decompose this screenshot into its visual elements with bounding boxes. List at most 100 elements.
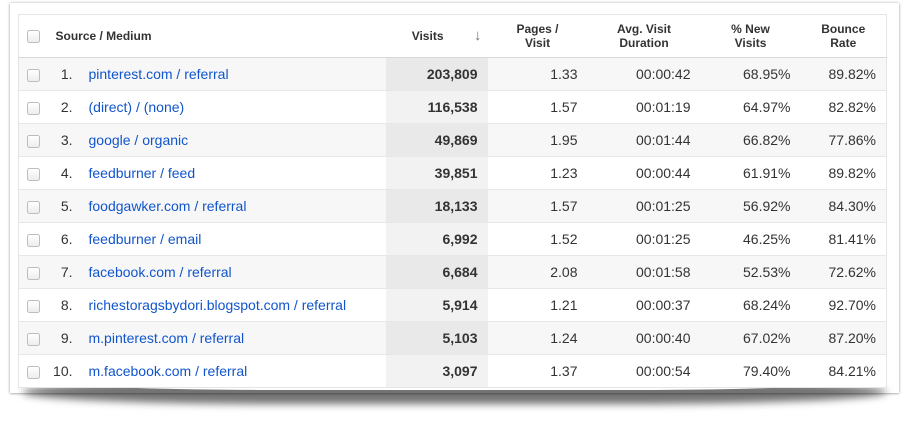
table-row: 7. facebook.com / referral 6,684 2.08 00… bbox=[19, 256, 887, 289]
bounce-rate-value: 89.82% bbox=[801, 157, 887, 190]
pct-new-visits-header-line1: % New bbox=[701, 22, 801, 36]
row-rank: 7. bbox=[49, 256, 79, 289]
source-medium-header-label: Source / Medium bbox=[56, 29, 152, 43]
row-checkbox[interactable] bbox=[27, 102, 40, 115]
bounce-rate-value: 81.41% bbox=[801, 223, 887, 256]
avg-visit-duration-value: 00:00:42 bbox=[588, 58, 701, 91]
row-checkbox[interactable] bbox=[27, 135, 40, 148]
avg-visit-duration-header-line1: Avg. Visit bbox=[588, 22, 701, 36]
source-medium-link[interactable]: (direct) / (none) bbox=[89, 99, 185, 115]
avg-visit-duration-value: 00:01:25 bbox=[588, 190, 701, 223]
visits-value: 3,097 bbox=[386, 355, 488, 388]
visits-value: 203,809 bbox=[386, 58, 488, 91]
visits-value: 6,992 bbox=[386, 223, 488, 256]
pct-new-visits-value: 46.25% bbox=[701, 223, 801, 256]
pct-new-visits-header-line2: Visits bbox=[701, 36, 801, 50]
visits-value: 18,133 bbox=[386, 190, 488, 223]
bounce-rate-value: 87.20% bbox=[801, 322, 887, 355]
source-medium-link[interactable]: m.pinterest.com / referral bbox=[89, 330, 245, 346]
bounce-rate-header-line2: Rate bbox=[801, 36, 887, 50]
report-card: Source / Medium Visits↓ Pages / Visit Av… bbox=[10, 3, 899, 393]
table-row: 1. pinterest.com / referral 203,809 1.33… bbox=[19, 58, 887, 91]
pages-per-visit-value: 1.57 bbox=[488, 190, 588, 223]
avg-visit-duration-header-line2: Duration bbox=[588, 36, 701, 50]
table-row: 8. richestoragsbydori.blogspot.com / ref… bbox=[19, 289, 887, 322]
row-rank: 8. bbox=[49, 289, 79, 322]
bounce-rate-value: 89.82% bbox=[801, 58, 887, 91]
row-rank: 1. bbox=[49, 58, 79, 91]
visits-value: 6,684 bbox=[386, 256, 488, 289]
avg-visit-duration-value: 00:01:44 bbox=[588, 124, 701, 157]
pages-visit-header-line1: Pages / bbox=[488, 22, 588, 36]
pages-per-visit-value: 1.52 bbox=[488, 223, 588, 256]
row-rank: 10. bbox=[49, 355, 79, 388]
visits-value: 39,851 bbox=[386, 157, 488, 190]
pages-per-visit-value: 2.08 bbox=[488, 256, 588, 289]
source-medium-link[interactable]: feedburner / email bbox=[89, 231, 202, 247]
column-header-source-medium[interactable]: Source / Medium bbox=[49, 15, 386, 58]
column-header-avg-visit-duration[interactable]: Avg. Visit Duration bbox=[588, 15, 701, 58]
table-row: 4. feedburner / feed 39,851 1.23 00:00:4… bbox=[19, 157, 887, 190]
avg-visit-duration-value: 00:00:44 bbox=[588, 157, 701, 190]
table-row: 10. m.facebook.com / referral 3,097 1.37… bbox=[19, 355, 887, 388]
source-medium-link[interactable]: feedburner / feed bbox=[89, 165, 196, 181]
row-rank: 9. bbox=[49, 322, 79, 355]
source-medium-link[interactable]: richestoragsbydori.blogspot.com / referr… bbox=[89, 297, 347, 313]
pages-per-visit-value: 1.23 bbox=[488, 157, 588, 190]
bounce-rate-value: 77.86% bbox=[801, 124, 887, 157]
bounce-rate-value: 84.30% bbox=[801, 190, 887, 223]
pages-per-visit-value: 1.37 bbox=[488, 355, 588, 388]
pct-new-visits-value: 64.97% bbox=[701, 91, 801, 124]
pct-new-visits-value: 79.40% bbox=[701, 355, 801, 388]
source-medium-link[interactable]: google / organic bbox=[89, 132, 189, 148]
row-checkbox[interactable] bbox=[27, 267, 40, 280]
bounce-rate-header-line1: Bounce bbox=[801, 22, 887, 36]
bounce-rate-value: 84.21% bbox=[801, 355, 887, 388]
row-rank: 5. bbox=[49, 190, 79, 223]
pages-per-visit-value: 1.21 bbox=[488, 289, 588, 322]
bounce-rate-value: 82.82% bbox=[801, 91, 887, 124]
column-header-visits[interactable]: Visits↓ bbox=[386, 15, 488, 58]
sort-descending-icon[interactable]: ↓ bbox=[444, 29, 482, 43]
source-medium-link[interactable]: foodgawker.com / referral bbox=[89, 198, 247, 214]
pages-per-visit-value: 1.95 bbox=[488, 124, 588, 157]
pages-visit-header-line2: Visit bbox=[488, 36, 588, 50]
source-medium-link[interactable]: pinterest.com / referral bbox=[89, 66, 229, 82]
row-checkbox[interactable] bbox=[27, 201, 40, 214]
row-checkbox[interactable] bbox=[27, 69, 40, 82]
row-checkbox[interactable] bbox=[27, 333, 40, 346]
pct-new-visits-value: 67.02% bbox=[701, 322, 801, 355]
row-rank: 2. bbox=[49, 91, 79, 124]
select-all-cell bbox=[19, 15, 49, 58]
table-row: 3. google / organic 49,869 1.95 00:01:44… bbox=[19, 124, 887, 157]
table-header-row: Source / Medium Visits↓ Pages / Visit Av… bbox=[19, 15, 887, 58]
visits-value: 116,538 bbox=[386, 91, 488, 124]
visits-value: 49,869 bbox=[386, 124, 488, 157]
pages-per-visit-value: 1.33 bbox=[488, 58, 588, 91]
table-row: 6. feedburner / email 6,992 1.52 00:01:2… bbox=[19, 223, 887, 256]
source-medium-link[interactable]: m.facebook.com / referral bbox=[89, 363, 248, 379]
row-checkbox[interactable] bbox=[27, 234, 40, 247]
visits-value: 5,914 bbox=[386, 289, 488, 322]
column-header-pct-new-visits[interactable]: % New Visits bbox=[701, 15, 801, 58]
pct-new-visits-value: 68.24% bbox=[701, 289, 801, 322]
pages-per-visit-value: 1.57 bbox=[488, 91, 588, 124]
table-row: 5. foodgawker.com / referral 18,133 1.57… bbox=[19, 190, 887, 223]
bounce-rate-value: 72.62% bbox=[801, 256, 887, 289]
source-medium-table: Source / Medium Visits↓ Pages / Visit Av… bbox=[18, 14, 887, 388]
pct-new-visits-value: 56.92% bbox=[701, 190, 801, 223]
source-medium-link[interactable]: facebook.com / referral bbox=[89, 264, 232, 280]
pct-new-visits-value: 68.95% bbox=[701, 58, 801, 91]
table-row: 2. (direct) / (none) 116,538 1.57 00:01:… bbox=[19, 91, 887, 124]
row-checkbox[interactable] bbox=[27, 366, 40, 379]
row-checkbox[interactable] bbox=[27, 300, 40, 313]
avg-visit-duration-value: 00:00:54 bbox=[588, 355, 701, 388]
row-checkbox[interactable] bbox=[27, 168, 40, 181]
pct-new-visits-value: 61.91% bbox=[701, 157, 801, 190]
visits-header-label: Visits bbox=[412, 29, 444, 43]
column-header-pages-visit[interactable]: Pages / Visit bbox=[488, 15, 588, 58]
pct-new-visits-value: 66.82% bbox=[701, 124, 801, 157]
column-header-bounce-rate[interactable]: Bounce Rate bbox=[801, 15, 887, 58]
select-all-checkbox[interactable] bbox=[27, 30, 40, 43]
avg-visit-duration-value: 00:01:19 bbox=[588, 91, 701, 124]
